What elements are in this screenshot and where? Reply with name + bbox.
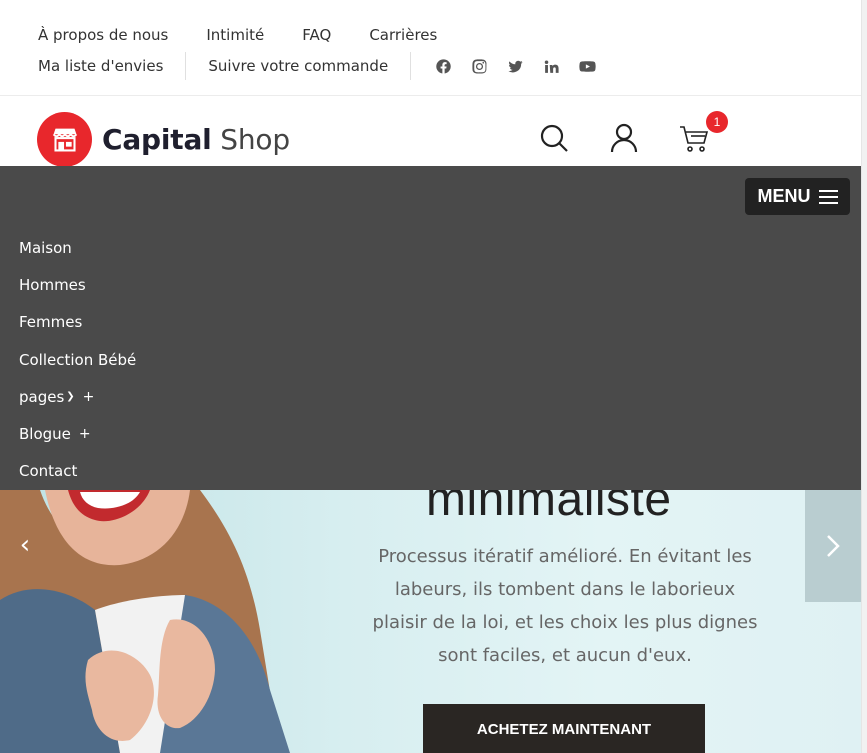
hero-title: minimaliste <box>426 490 672 526</box>
about-link[interactable]: À propos de nous <box>38 26 168 44</box>
search-icon[interactable] <box>537 121 571 155</box>
track-order-link[interactable]: Suivre votre commande <box>208 57 388 75</box>
menu-item-femmes[interactable]: Femmes <box>19 304 136 341</box>
facebook-icon[interactable] <box>433 56 453 76</box>
hero-description: Processus itératif amélioré. En évitant … <box>372 546 758 666</box>
top-links-row-1: À propos de nous Intimité FAQ Carrières <box>38 26 437 44</box>
user-icon[interactable] <box>607 121 641 155</box>
page-scrollbar[interactable] <box>861 0 867 753</box>
careers-link[interactable]: Carrières <box>369 26 437 44</box>
menu-item-collection-bebe[interactable]: Collection Bébé <box>19 341 136 378</box>
menu-item-label: Hommes <box>19 275 86 294</box>
menu-item-label: pages <box>19 387 65 406</box>
twitter-icon[interactable] <box>505 56 525 76</box>
expand-plus-icon[interactable]: + <box>79 426 91 442</box>
hero-model-image <box>0 490 290 753</box>
slider-next-arrow-icon[interactable] <box>805 490 861 602</box>
divider <box>410 52 412 80</box>
menu-button-label: MENU <box>757 186 811 206</box>
top-links-row-2: Ma liste d'envies Suivre votre commande <box>38 52 597 80</box>
menu-item-pages[interactable]: pages ❯ + <box>19 378 136 415</box>
logo-wordmark: Capital Shop <box>102 123 290 156</box>
hamburger-icon <box>818 189 838 204</box>
top-links-bar: À propos de nous Intimité FAQ Carrières … <box>0 0 861 96</box>
site-header: Capital Shop <box>0 97 861 167</box>
faq-link[interactable]: FAQ <box>302 26 331 44</box>
menu-item-blogue[interactable]: Blogue + <box>19 415 136 452</box>
instagram-icon[interactable] <box>469 56 489 76</box>
expand-plus-icon[interactable]: + <box>83 389 95 405</box>
logo-bold: Capital <box>102 123 212 156</box>
youtube-icon[interactable] <box>577 56 597 76</box>
divider <box>185 52 187 80</box>
social-links <box>433 56 597 76</box>
menu-item-label: Blogue <box>19 425 71 444</box>
menu-list: Maison Hommes Femmes Collection Bébé pag… <box>19 229 136 490</box>
menu-item-label: Collection Bébé <box>19 350 137 369</box>
wishlist-link[interactable]: Ma liste d'envies <box>38 57 163 75</box>
slider-prev-arrow-icon[interactable]: ‹ <box>10 530 40 560</box>
menu-item-label: Femmes <box>19 313 83 332</box>
shop-now-button[interactable]: ACHETEZ MAINTENANT <box>423 704 705 753</box>
hero-slider: ‹ minimaliste Processus itératif amélior… <box>0 490 861 753</box>
menu-item-label: Contact <box>19 462 78 481</box>
logo-light: Shop <box>220 123 290 156</box>
menu-item-hommes[interactable]: Hommes <box>19 266 136 303</box>
privacy-link[interactable]: Intimité <box>206 26 264 44</box>
mobile-menu-panel: MENU Maison Hommes Femmes Collection Béb… <box>0 166 861 490</box>
chevron-down-icon: ❯ <box>66 391 75 403</box>
site-logo[interactable]: Capital Shop <box>37 112 290 167</box>
menu-item-contact[interactable]: Contact <box>19 453 136 490</box>
menu-item-label: Maison <box>19 238 72 257</box>
menu-item-maison[interactable]: Maison <box>19 229 136 266</box>
menu-toggle-button[interactable]: MENU <box>745 178 850 215</box>
storefront-icon <box>37 112 92 167</box>
linkedin-icon[interactable] <box>541 56 561 76</box>
cart-count-badge: 1 <box>706 111 728 133</box>
